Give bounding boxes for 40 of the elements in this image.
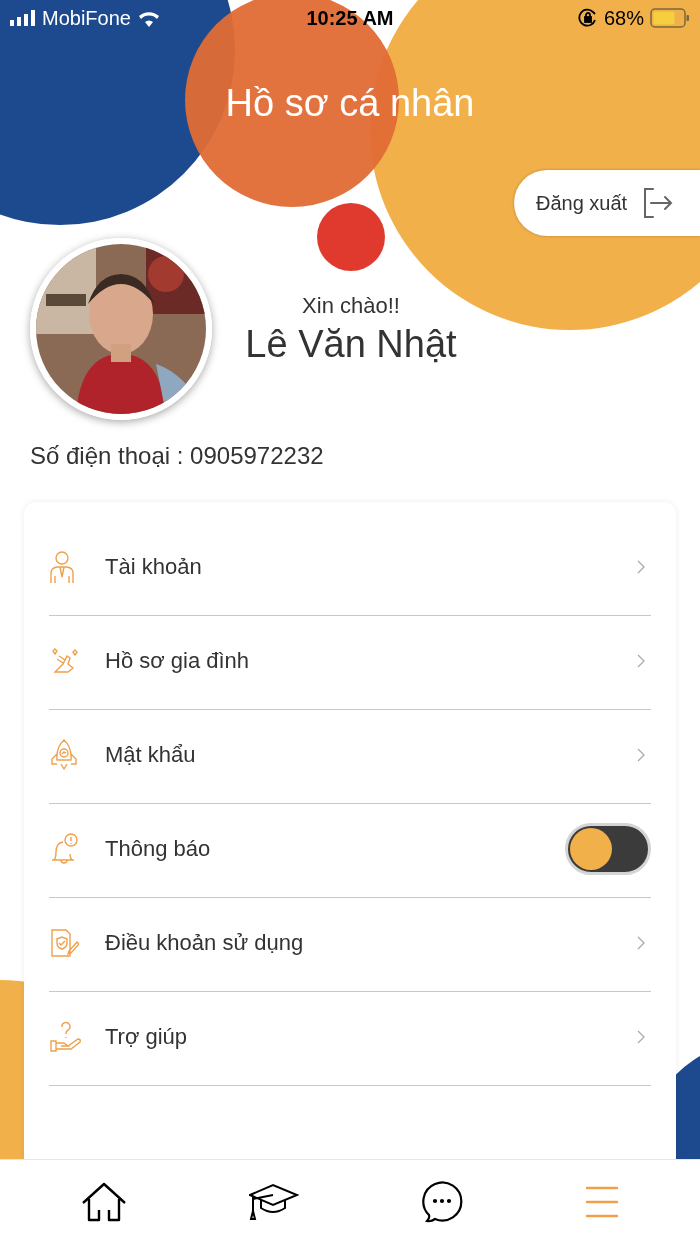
chevron-icon	[637, 935, 645, 950]
menu-label: Trợ giúp	[105, 1023, 189, 1050]
rocket-icon	[49, 737, 79, 772]
menu-item[interactable]: Hồ sơ gia đình	[49, 616, 651, 710]
clock-time: 10:25 AM	[306, 6, 394, 29]
logout-icon	[641, 187, 674, 219]
user-name: Lê Văn Nhật	[245, 322, 457, 366]
menu-label: Thông báo	[105, 835, 212, 862]
menu-item[interactable]: Trợ giúp	[49, 992, 651, 1086]
chevron-icon	[637, 559, 645, 574]
greeting-text: Xin chào!!	[302, 292, 400, 319]
menu-label: Điều khoản sử dụng	[105, 929, 305, 956]
battery-percent: 68%	[603, 6, 644, 30]
menu-item[interactable]: Điều khoản sử dụng	[49, 898, 651, 992]
carrier-name: MobiFone	[42, 6, 131, 30]
chevron-icon	[637, 747, 645, 762]
phone-number: Số điện thoại : 0905972232	[30, 442, 324, 470]
menu-item[interactable]: Thông báo	[49, 804, 651, 898]
rotation-lock-icon	[577, 8, 598, 28]
menu-label: Hồ sơ gia đình	[105, 647, 251, 674]
battery-icon	[650, 8, 690, 28]
chat-icon	[421, 1181, 463, 1223]
document-icon	[49, 926, 79, 959]
page-title: Hồ sơ cá nhân	[225, 81, 475, 126]
menu-label: Tài khoản	[105, 553, 203, 580]
menu-label: Mật khẩu	[105, 741, 197, 768]
helping-hand-icon	[49, 1020, 83, 1053]
menu-item[interactable]: Mật khẩu	[49, 710, 651, 804]
graduation-cap-icon	[249, 1183, 299, 1221]
person-icon	[49, 549, 75, 584]
signal-icon	[10, 10, 36, 26]
toggle-switch[interactable]	[565, 822, 651, 875]
bell-icon	[49, 831, 79, 866]
wifi-icon	[136, 9, 161, 27]
menu-icon	[585, 1186, 619, 1218]
menu-item[interactable]: Tài khoản	[49, 522, 651, 616]
home-icon	[81, 1182, 127, 1222]
chevron-icon	[637, 1029, 645, 1044]
chevron-icon	[637, 653, 645, 668]
logout-button[interactable]: Đăng xuất	[514, 170, 700, 236]
